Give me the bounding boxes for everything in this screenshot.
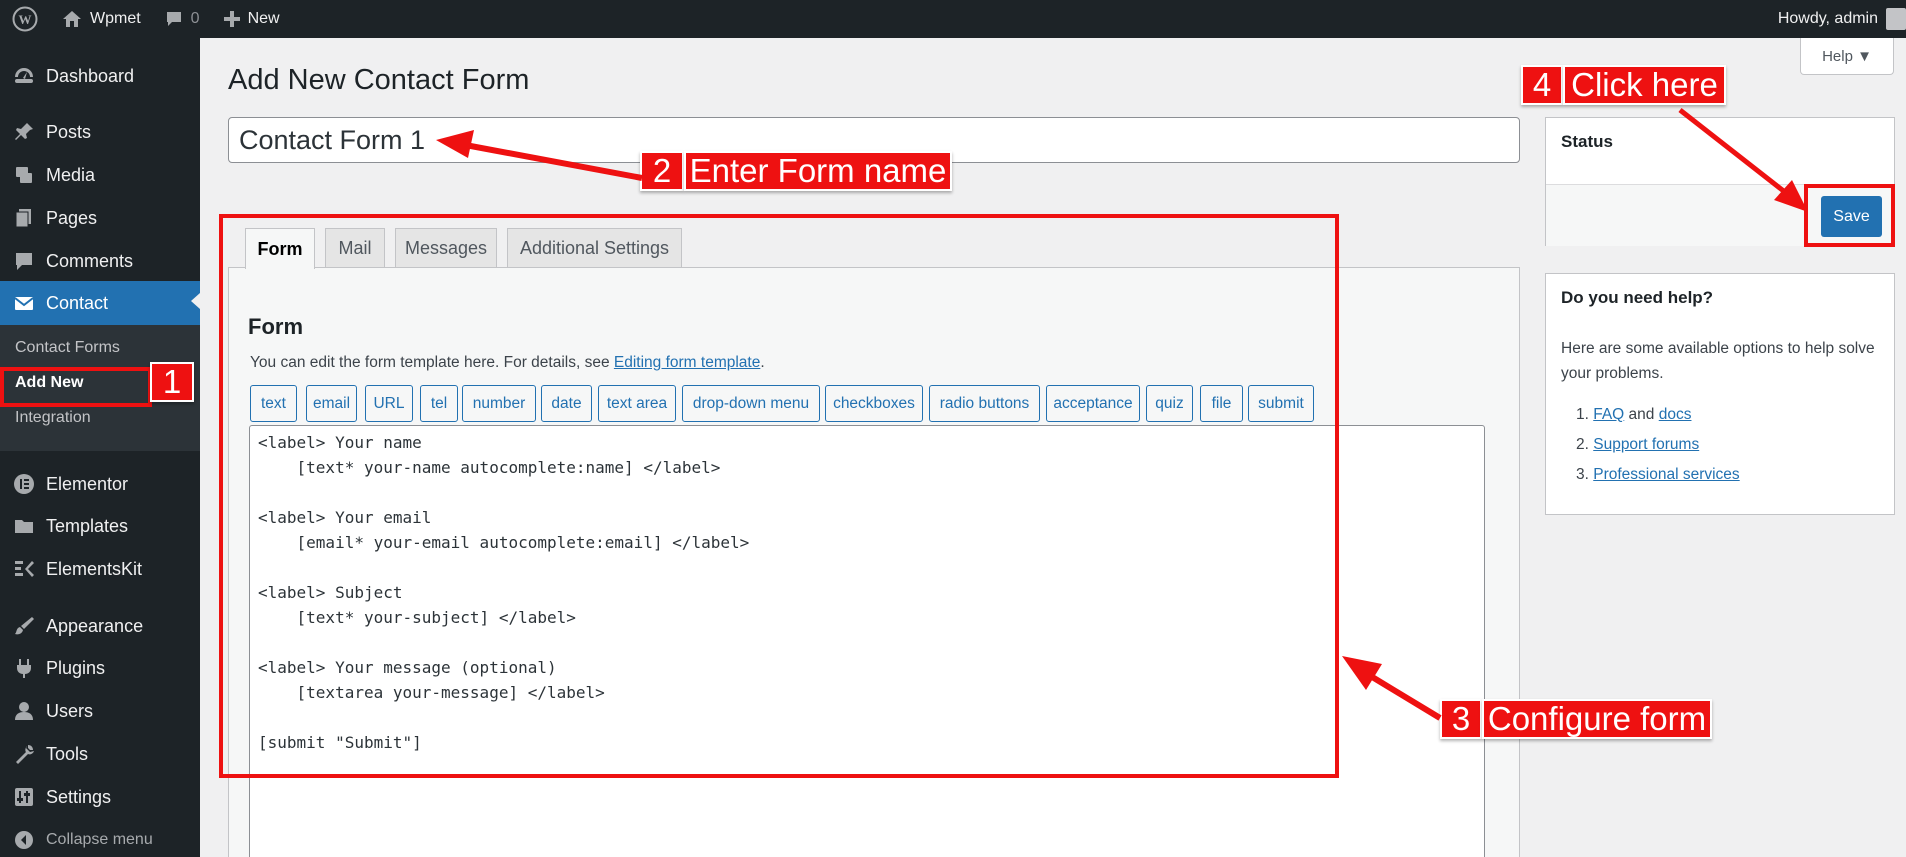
wordpress-logo[interactable]: W xyxy=(0,0,50,38)
plus-icon xyxy=(223,11,240,27)
annotation-label-3: Configure form xyxy=(1482,699,1712,739)
dashboard-icon xyxy=(12,64,36,88)
sidebar-item-label: Elementor xyxy=(46,473,129,494)
tab-form[interactable]: Form xyxy=(245,228,315,269)
sidebar-item-label: Settings xyxy=(46,786,112,807)
greeting: Howdy, admin xyxy=(1777,10,1878,27)
list-and-text: and xyxy=(1624,406,1659,423)
collapse-icon xyxy=(12,828,36,852)
elementor-icon xyxy=(12,472,36,496)
collapse-menu-label: Collapse menu xyxy=(46,831,153,848)
pushpin-icon xyxy=(12,120,36,144)
help-heading: Do you need help? xyxy=(1561,288,1714,307)
sidebar-item-elementskit[interactable]: ElementsKit xyxy=(0,549,200,589)
new-label: New xyxy=(247,10,280,27)
list-number: 2. xyxy=(1576,436,1594,453)
annotation-badge-1: 1 xyxy=(150,362,194,402)
annotation-badge-3: 3 xyxy=(1440,699,1482,739)
pages-icon xyxy=(12,206,36,230)
sidebar-item-posts[interactable]: Posts xyxy=(0,112,200,152)
comment-icon xyxy=(166,12,181,26)
list-number: 3. xyxy=(1576,466,1594,483)
paintbrush-icon xyxy=(12,614,36,638)
list-number: 1. xyxy=(1576,406,1594,423)
plug-icon xyxy=(12,656,36,680)
list-item: 2. Support forums xyxy=(1576,430,1740,460)
home-icon xyxy=(63,11,81,27)
sidebar-item-label: Comments xyxy=(46,250,134,271)
sidebar-item-users[interactable]: Users xyxy=(0,691,200,731)
svg-text:W: W xyxy=(19,12,32,27)
sidebar-item-tools[interactable]: Tools xyxy=(0,734,200,774)
help-list: 1. FAQ and docs 2. Support forums 3. Pro… xyxy=(1576,400,1740,490)
comments-link[interactable]: 0 xyxy=(153,0,212,38)
status-heading: Status xyxy=(1561,132,1613,151)
comment-icon xyxy=(12,249,36,273)
submenu-integration[interactable]: Integration xyxy=(15,409,91,427)
comments-count: 0 xyxy=(190,10,200,27)
annotation-label-2: Enter Form name xyxy=(684,151,952,191)
admin-bar: W Wpmet 0 New Howdy, admin xyxy=(0,0,1906,38)
sidebar-item-label: Tools xyxy=(46,743,89,764)
help-box: Do you need help? Here are some availabl… xyxy=(1545,273,1895,515)
sidebar-item-label: Media xyxy=(46,164,96,185)
wrench-icon xyxy=(12,742,36,766)
sidebar-item-label: ElementsKit xyxy=(46,558,143,579)
sidebar-item-pages[interactable]: Pages xyxy=(0,198,200,238)
sidebar-item-label: Templates xyxy=(46,515,129,536)
sidebar-item-settings[interactable]: Settings xyxy=(0,777,200,817)
annotation-box-add-new xyxy=(0,367,152,407)
sidebar-item-label: Users xyxy=(46,700,94,721)
wordpress-icon: W xyxy=(12,6,38,32)
annotation-badge-2: 2 xyxy=(640,151,684,191)
settings-icon xyxy=(12,785,36,809)
sidebar-item-appearance[interactable]: Appearance xyxy=(0,606,200,646)
page-title: Add New Contact Form xyxy=(228,64,530,96)
annotation-label-4: Click here xyxy=(1563,65,1726,105)
annotation-box-save xyxy=(1804,184,1895,247)
sidebar-item-label: Plugins xyxy=(46,657,106,678)
sidebar-item-label: Contact xyxy=(46,292,109,313)
help-text: Here are some available options to help … xyxy=(1561,340,1875,382)
list-item: 3. Professional services xyxy=(1576,460,1740,490)
sidebar-item-comments[interactable]: Comments xyxy=(0,241,200,281)
sidebar-item-dashboard[interactable]: Dashboard xyxy=(0,56,200,96)
folder-icon xyxy=(12,514,36,538)
faq-link[interactable]: FAQ xyxy=(1593,406,1624,423)
site-name-link[interactable]: Wpmet xyxy=(50,0,153,38)
envelope-icon xyxy=(12,291,36,315)
sidebar-item-label: Dashboard xyxy=(46,65,135,86)
media-icon xyxy=(12,163,36,187)
docs-link[interactable]: docs xyxy=(1659,406,1692,423)
elementskit-icon xyxy=(12,557,36,581)
sidebar-item-media[interactable]: Media xyxy=(0,155,200,195)
my-account-link[interactable]: Howdy, admin xyxy=(1766,0,1906,38)
new-content-link[interactable]: New xyxy=(212,0,292,38)
list-item: 1. FAQ and docs xyxy=(1576,400,1740,430)
sidebar-item-label: Appearance xyxy=(46,615,144,636)
support-forums-link[interactable]: Support forums xyxy=(1593,436,1699,453)
help-tab-button[interactable]: Help ▼ xyxy=(1800,38,1894,75)
sidebar-item-plugins[interactable]: Plugins xyxy=(0,648,200,688)
collapse-menu-button[interactable]: Collapse menu xyxy=(0,820,200,857)
sidebar-item-label: Pages xyxy=(46,207,98,228)
sidebar-item-elementor[interactable]: Elementor xyxy=(0,464,200,504)
sidebar-item-label: Posts xyxy=(46,121,92,142)
submenu-contact-forms[interactable]: Contact Forms xyxy=(15,339,120,357)
sidebar-item-templates[interactable]: Templates xyxy=(0,506,200,546)
annotation-box-form xyxy=(219,214,1339,778)
annotation-badge-4: 4 xyxy=(1521,65,1563,105)
sidebar-item-contact[interactable]: Contact xyxy=(0,281,200,325)
admin-sidebar: Dashboard Posts Media Pages Comments Con… xyxy=(0,38,200,857)
professional-services-link[interactable]: Professional services xyxy=(1593,466,1739,483)
avatar xyxy=(1886,8,1906,30)
site-name: Wpmet xyxy=(90,10,141,27)
user-icon xyxy=(12,699,36,723)
